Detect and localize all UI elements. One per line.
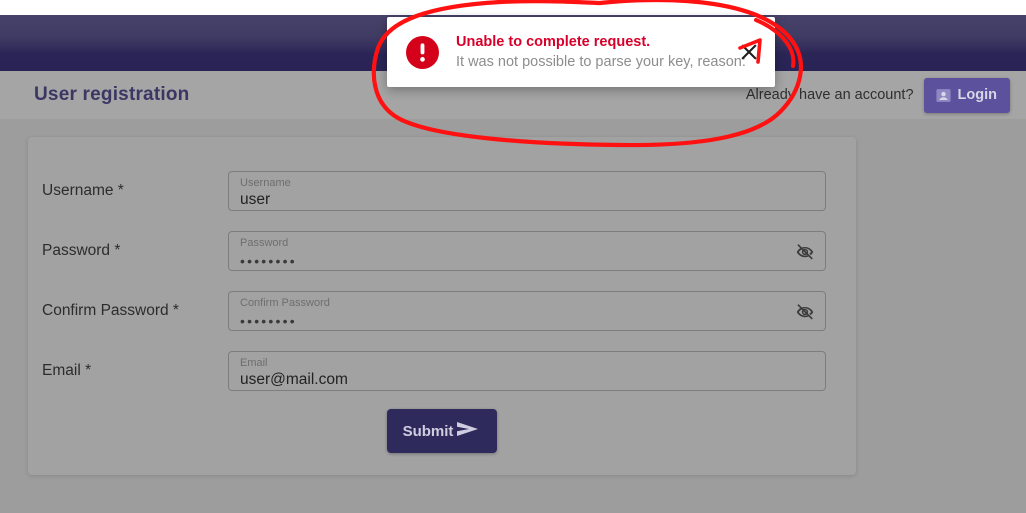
login-button-label: Login (957, 87, 997, 103)
error-dialog-text: Unable to complete request. It was not p… (456, 33, 746, 72)
label-password: Password * (42, 242, 121, 259)
page-content: Username * Username user Password * Pass… (0, 119, 1026, 513)
password-input[interactable]: Password •••••••• (228, 231, 826, 271)
browser-top-strip (0, 0, 1026, 15)
confirm-password-input[interactable]: Confirm Password •••••••• (228, 291, 826, 331)
registration-card: Username * Username user Password * Pass… (28, 137, 856, 475)
email-input[interactable]: Email user@mail.com (228, 351, 826, 391)
password-placeholder: Password (240, 237, 289, 249)
form-row-confirm-password: Confirm Password * Confirm Password ••••… (28, 291, 856, 331)
eye-off-icon[interactable] (794, 241, 816, 263)
username-value: user (240, 191, 271, 208)
error-dialog-title: Unable to complete request. (456, 33, 651, 50)
account-box-icon (935, 87, 952, 104)
label-username: Username * (42, 182, 124, 199)
username-input[interactable]: Username user (228, 171, 826, 211)
username-placeholder: Username (240, 177, 291, 189)
password-value: •••••••• (240, 253, 297, 269)
confirm-password-value: •••••••• (240, 313, 297, 329)
form-row-email: Email * Email user@mail.com (28, 351, 856, 391)
email-placeholder: Email (240, 357, 268, 369)
label-email: Email * (42, 362, 92, 379)
error-exclamation-icon (406, 35, 439, 69)
error-dialog-message: It was not possible to parse your key, r… (456, 53, 746, 70)
label-confirm-password: Confirm Password * (42, 302, 179, 319)
submit-button-label: Submit (402, 422, 454, 440)
header-right-group: Already have an account? Login (745, 77, 1010, 113)
form-row-password: Password * Password •••••••• (28, 231, 856, 271)
page-title: User registration (34, 84, 190, 105)
have-account-text: Already have an account? (745, 87, 914, 103)
confirm-password-placeholder: Confirm Password (240, 297, 330, 309)
error-dialog: Unable to complete request. It was not p… (387, 17, 775, 87)
submit-button[interactable]: Submit (386, 409, 498, 453)
form-row-username: Username * Username user (28, 171, 856, 211)
login-button[interactable]: Login (923, 77, 1010, 113)
send-arrow-icon (455, 419, 481, 443)
email-value: user@mail.com (240, 371, 348, 388)
close-icon[interactable] (735, 38, 763, 66)
eye-off-icon[interactable] (794, 301, 816, 323)
submit-row: Submit (28, 409, 856, 453)
app-window: User registration Already have an accoun… (0, 0, 1026, 513)
